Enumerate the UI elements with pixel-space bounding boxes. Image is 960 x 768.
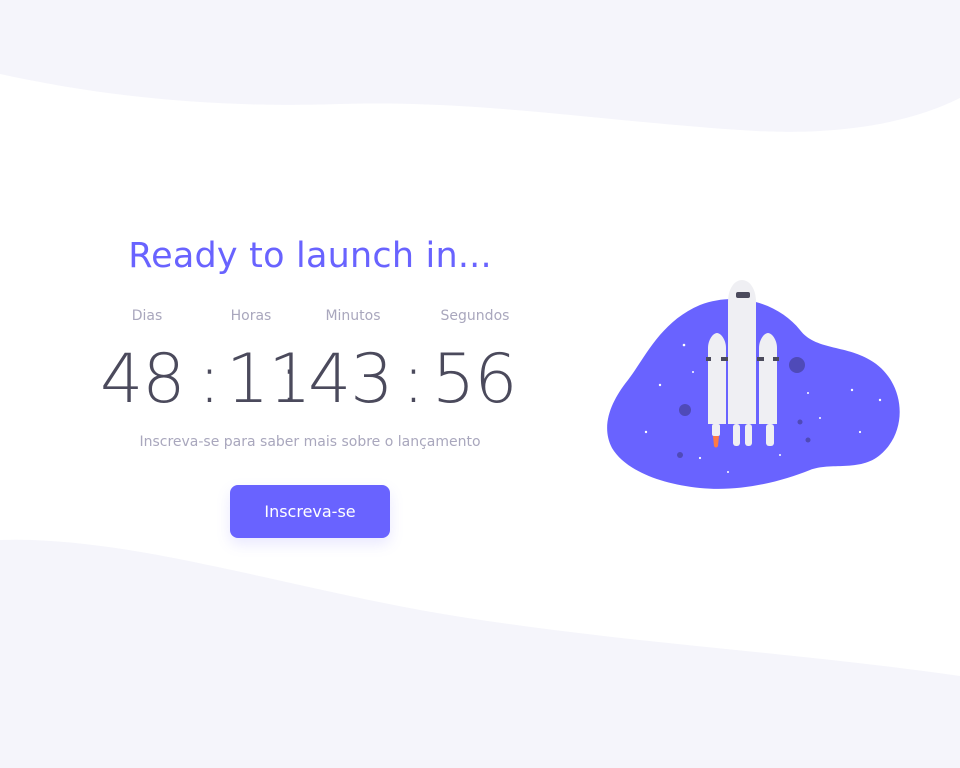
subscribe-button[interactable]: Inscreva-se	[230, 485, 390, 538]
separator: :	[198, 340, 221, 419]
subtitle-text: Inscreva-se para saber mais sobre o lanç…	[139, 434, 481, 450]
top-wave	[0, 0, 960, 132]
days-label: Dias	[131, 308, 163, 324]
rocket-launch-illustration	[607, 280, 900, 489]
bottom-wave	[0, 539, 960, 768]
seconds-value: 56	[432, 340, 518, 419]
seconds-label: Segundos	[440, 308, 510, 324]
minutes-label: Minutos	[325, 308, 381, 324]
separator: :	[278, 340, 301, 419]
days-value: 48	[100, 340, 186, 419]
separator: :	[402, 340, 425, 419]
page-title: Ready to launch in...	[128, 236, 492, 276]
minutes-value: 43	[308, 340, 394, 419]
hours-label: Horas	[230, 308, 272, 324]
